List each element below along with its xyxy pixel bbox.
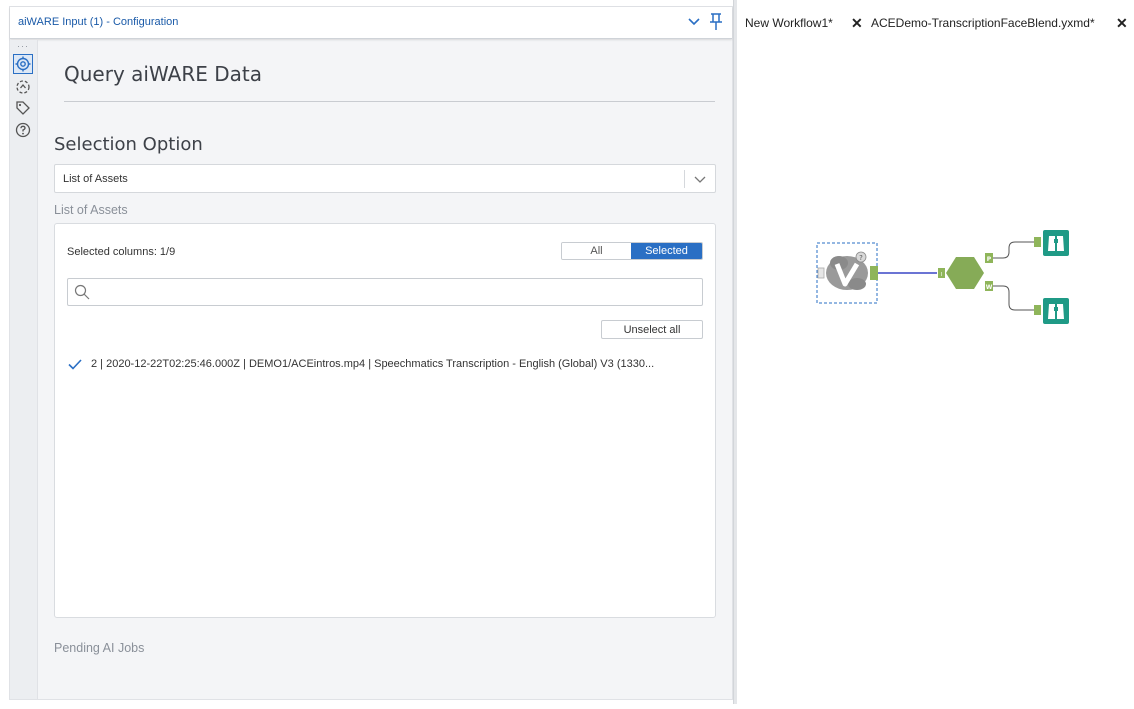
- assets-card: Selected columns: 1/9 All Selected Unsel…: [54, 223, 716, 618]
- selection-option-dropdown[interactable]: List of Assets: [54, 164, 716, 193]
- close-icon[interactable]: ✕: [851, 15, 863, 32]
- tab-new-workflow1[interactable]: New Workflow1*: [745, 8, 833, 38]
- filter-toggle: All Selected: [561, 242, 703, 260]
- checkmark-icon[interactable]: [67, 356, 83, 372]
- title-divider: [64, 101, 715, 102]
- config-title: aiWARE Input (1) - Configuration: [18, 16, 179, 28]
- list-item[interactable]: 2 | 2020-12-22T02:25:46.000Z | DEMO1/ACE…: [67, 354, 703, 374]
- close-icon[interactable]: ✕: [1116, 15, 1128, 32]
- svg-text:?: ?: [859, 254, 863, 262]
- asset-label: 2 | 2020-12-22T02:25:46.000Z | DEMO1/ACE…: [91, 358, 655, 370]
- settings-icon[interactable]: [13, 54, 33, 74]
- dropdown-value: List of Assets: [63, 173, 128, 185]
- section-title-selection-option: Selection Option: [54, 134, 203, 155]
- input-anchor-label: I: [941, 272, 942, 278]
- unselect-all-button[interactable]: Unselect all: [601, 320, 703, 339]
- icon-rail: ···: [10, 40, 38, 699]
- input-anchor: [1034, 305, 1041, 315]
- config-content: Query aiWARE Data Selection Option List …: [38, 40, 732, 699]
- more-icon[interactable]: ···: [17, 41, 29, 51]
- formula-node[interactable]: I P W: [938, 253, 993, 291]
- connection-icon[interactable]: [13, 77, 33, 97]
- input-anchor: [1034, 237, 1041, 247]
- input-anchor: [817, 267, 825, 279]
- list-of-assets-label: List of Assets: [54, 203, 128, 217]
- hexagon-icon: [946, 257, 984, 289]
- connector-line: [991, 241, 1034, 259]
- selected-columns-count: Selected columns: 1/9: [67, 246, 176, 258]
- output-anchor: [870, 266, 878, 280]
- aiware-input-node[interactable]: ?: [816, 242, 878, 304]
- workflow-canvas[interactable]: ? I P W: [737, 38, 1134, 704]
- workflow-diagram: ? I P W: [816, 230, 1069, 324]
- toggle-all-button[interactable]: All: [562, 243, 632, 259]
- pin-icon[interactable]: [707, 12, 725, 32]
- workflow-tabs: New Workflow1* ✕ ACEDemo-TranscriptionFa…: [737, 8, 1134, 38]
- chevron-down-icon[interactable]: [686, 14, 702, 30]
- pending-ai-jobs-label: Pending AI Jobs: [54, 641, 145, 655]
- search-box: [67, 278, 703, 306]
- tab-label: ACEDemo-TranscriptionFaceBlend.yxmd*: [871, 16, 1095, 30]
- help-icon[interactable]: [13, 120, 33, 140]
- chevron-down-icon: [694, 176, 706, 183]
- tab-acedemo-transcriptionfaceblend[interactable]: ACEDemo-TranscriptionFaceBlend.yxmd*: [871, 8, 1095, 38]
- search-icon: [74, 284, 90, 300]
- config-header: aiWARE Input (1) - Configuration: [10, 7, 732, 39]
- dropdown-separator: [684, 170, 685, 188]
- tab-label: New Workflow1*: [745, 16, 833, 30]
- toggle-selected-button[interactable]: Selected: [631, 243, 702, 259]
- veritone-icon: ?: [826, 251, 868, 290]
- anchor-label-p: P: [987, 256, 992, 263]
- page-title: Query aiWARE Data: [64, 62, 262, 86]
- tag-icon[interactable]: [13, 98, 33, 118]
- anchor-label-w: W: [986, 284, 993, 291]
- browse-node-top[interactable]: [1034, 230, 1069, 256]
- configuration-panel: aiWARE Input (1) - Configuration ··· Que…: [9, 6, 733, 700]
- connector-line: [991, 285, 1034, 311]
- app-window: aiWARE Input (1) - Configuration ··· Que…: [0, 0, 1134, 704]
- search-input[interactable]: [96, 283, 696, 301]
- browse-node-bottom[interactable]: [1034, 298, 1069, 324]
